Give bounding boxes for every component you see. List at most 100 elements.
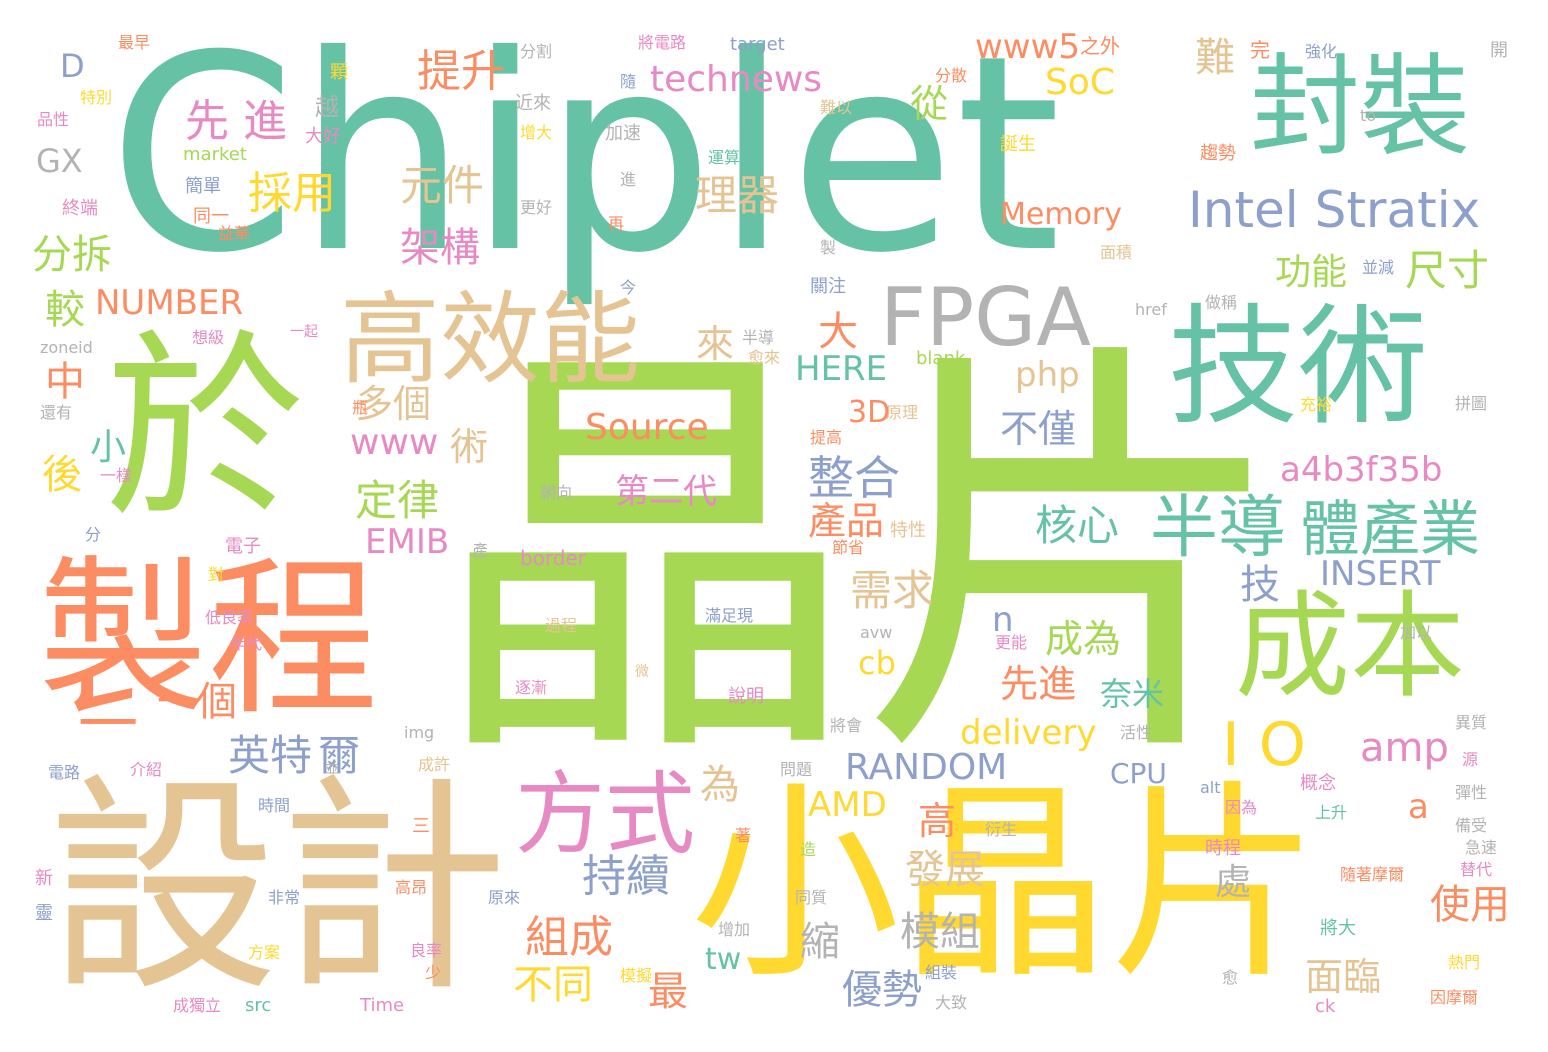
cloud-word: 英特	[228, 731, 313, 780]
cloud-word: 並	[325, 761, 339, 777]
cloud-word: 先進	[1000, 662, 1077, 706]
cloud-word: 加速	[605, 123, 641, 144]
cloud-word: 先 進	[185, 96, 287, 147]
cloud-word: target	[730, 34, 785, 55]
cloud-word: 方式	[515, 762, 695, 867]
cloud-word: img	[404, 723, 435, 742]
cloud-word: 愈	[1222, 968, 1239, 987]
cloud-word: 使用	[1430, 882, 1510, 928]
cloud-word: 做稱	[1205, 293, 1238, 312]
cloud-word: 體產業	[1300, 495, 1480, 565]
cloud-word: 分散	[935, 66, 968, 85]
cloud-word: 熱門	[1448, 953, 1481, 972]
cloud-word: 難	[1195, 35, 1235, 81]
cloud-word: 第二代	[615, 472, 717, 512]
cloud-word: 處	[1215, 862, 1252, 903]
cloud-word: tw	[705, 942, 742, 977]
cloud-word: 三	[412, 816, 430, 837]
cloud-word: 並減	[1362, 258, 1395, 277]
cloud-word: 誕生	[1000, 134, 1036, 155]
cloud-word: 一個	[157, 679, 237, 725]
cloud-word: 功能	[1275, 252, 1348, 293]
cloud-word: HERE	[795, 349, 888, 389]
cloud-word: 大致	[935, 993, 968, 1012]
cloud-word: 產品	[808, 499, 885, 543]
cloud-word: alt	[1200, 778, 1221, 797]
cloud-word: 製	[820, 238, 837, 257]
cloud-word: cb	[858, 644, 896, 682]
cloud-word: 少	[425, 963, 442, 982]
cloud-word: 方案	[248, 943, 281, 962]
cloud-word: a	[1408, 787, 1429, 827]
cloud-word: Time	[360, 995, 405, 1016]
cloud-word: 顆	[330, 62, 348, 83]
cloud-word: 大好	[305, 126, 341, 147]
cloud-word: 半導	[1150, 489, 1287, 568]
cloud-word: 3D	[848, 395, 891, 430]
cloud-word: 持續	[582, 851, 670, 902]
cloud-word: 組裝	[925, 963, 958, 982]
word-cloud: Chiplet 晶片 設計 小晶片 製程於封裝 技術 成本 高效能 FPGA 方式一半導 體產業 In…	[0, 0, 1548, 1052]
cloud-word: delivery	[960, 713, 1097, 753]
cloud-word: 分割	[520, 42, 553, 61]
cloud-word: 上升	[1315, 803, 1348, 822]
cloud-word: 術	[450, 425, 489, 469]
cloud-word: 靈	[35, 903, 53, 924]
cloud-word: 技術	[1168, 291, 1429, 443]
cloud-word: 縮	[800, 919, 840, 965]
cloud-word: 提高	[810, 428, 843, 447]
cloud-word: 想級	[192, 328, 225, 347]
cloud-word: CPU	[1110, 757, 1167, 790]
cloud-word: 面臨	[1305, 955, 1382, 999]
cloud-word: 介紹	[130, 760, 163, 779]
cloud-word: 朝向	[540, 483, 573, 502]
cloud-word: 異質	[1455, 713, 1488, 732]
cloud-word: 產	[472, 541, 489, 560]
cloud-word: 問題	[780, 760, 813, 779]
cloud-word: 奈米	[1100, 675, 1165, 713]
cloud-word: 整合	[808, 451, 900, 505]
cloud-word: blank	[916, 348, 966, 369]
cloud-word: I O	[1222, 710, 1306, 780]
cloud-word: 組成	[525, 912, 613, 963]
cloud-word: 為	[700, 762, 740, 808]
cloud-word: 原來	[488, 888, 521, 907]
cloud-word: 因摩爾	[1430, 988, 1479, 1007]
cloud-word: 發展	[905, 847, 985, 893]
cloud-word: border	[520, 546, 587, 570]
cloud-word: 急速	[1465, 838, 1498, 857]
cloud-word: 架構	[400, 225, 480, 271]
cloud-word: 核心	[1035, 501, 1120, 550]
cloud-word: 進	[620, 170, 637, 189]
cloud-word: 著	[735, 826, 752, 845]
cloud-word: 不僅	[1000, 407, 1077, 451]
cloud-word: 拼圖	[1455, 394, 1488, 413]
cloud-word: 分	[85, 525, 102, 544]
cloud-word: 需求	[850, 566, 935, 615]
cloud-word: 品性	[37, 110, 70, 129]
cloud-word: 理器	[695, 171, 780, 220]
cloud-word: php	[1015, 355, 1080, 395]
cloud-word: 近來	[515, 93, 551, 114]
cloud-word: 完	[1250, 38, 1270, 62]
cloud-word: www5	[975, 27, 1081, 67]
cloud-word: 低良率	[205, 608, 254, 627]
cloud-word: 之外	[1080, 34, 1120, 58]
cloud-word: 微	[635, 664, 649, 680]
cloud-word: www	[350, 422, 439, 463]
cloud-word: 越	[315, 93, 339, 121]
cloud-word: href	[1135, 300, 1167, 319]
cloud-word: 滿足現	[705, 606, 754, 625]
cloud-word: amp	[1360, 725, 1449, 771]
cloud-word: 衍生	[985, 820, 1018, 839]
cloud-word: 說明	[728, 686, 764, 707]
cloud-word: 將大	[1320, 918, 1356, 939]
cloud-word: 關注	[810, 276, 846, 297]
cloud-word: 原理	[886, 403, 919, 422]
cloud-word: Intel Stratix	[1188, 181, 1481, 239]
cloud-word: 運算處	[708, 148, 757, 167]
cloud-word: 將電路	[638, 33, 687, 52]
cloud-word: 瓶	[352, 398, 369, 417]
cloud-word: 模擬	[620, 966, 653, 985]
cloud-word: 技	[1240, 562, 1280, 608]
